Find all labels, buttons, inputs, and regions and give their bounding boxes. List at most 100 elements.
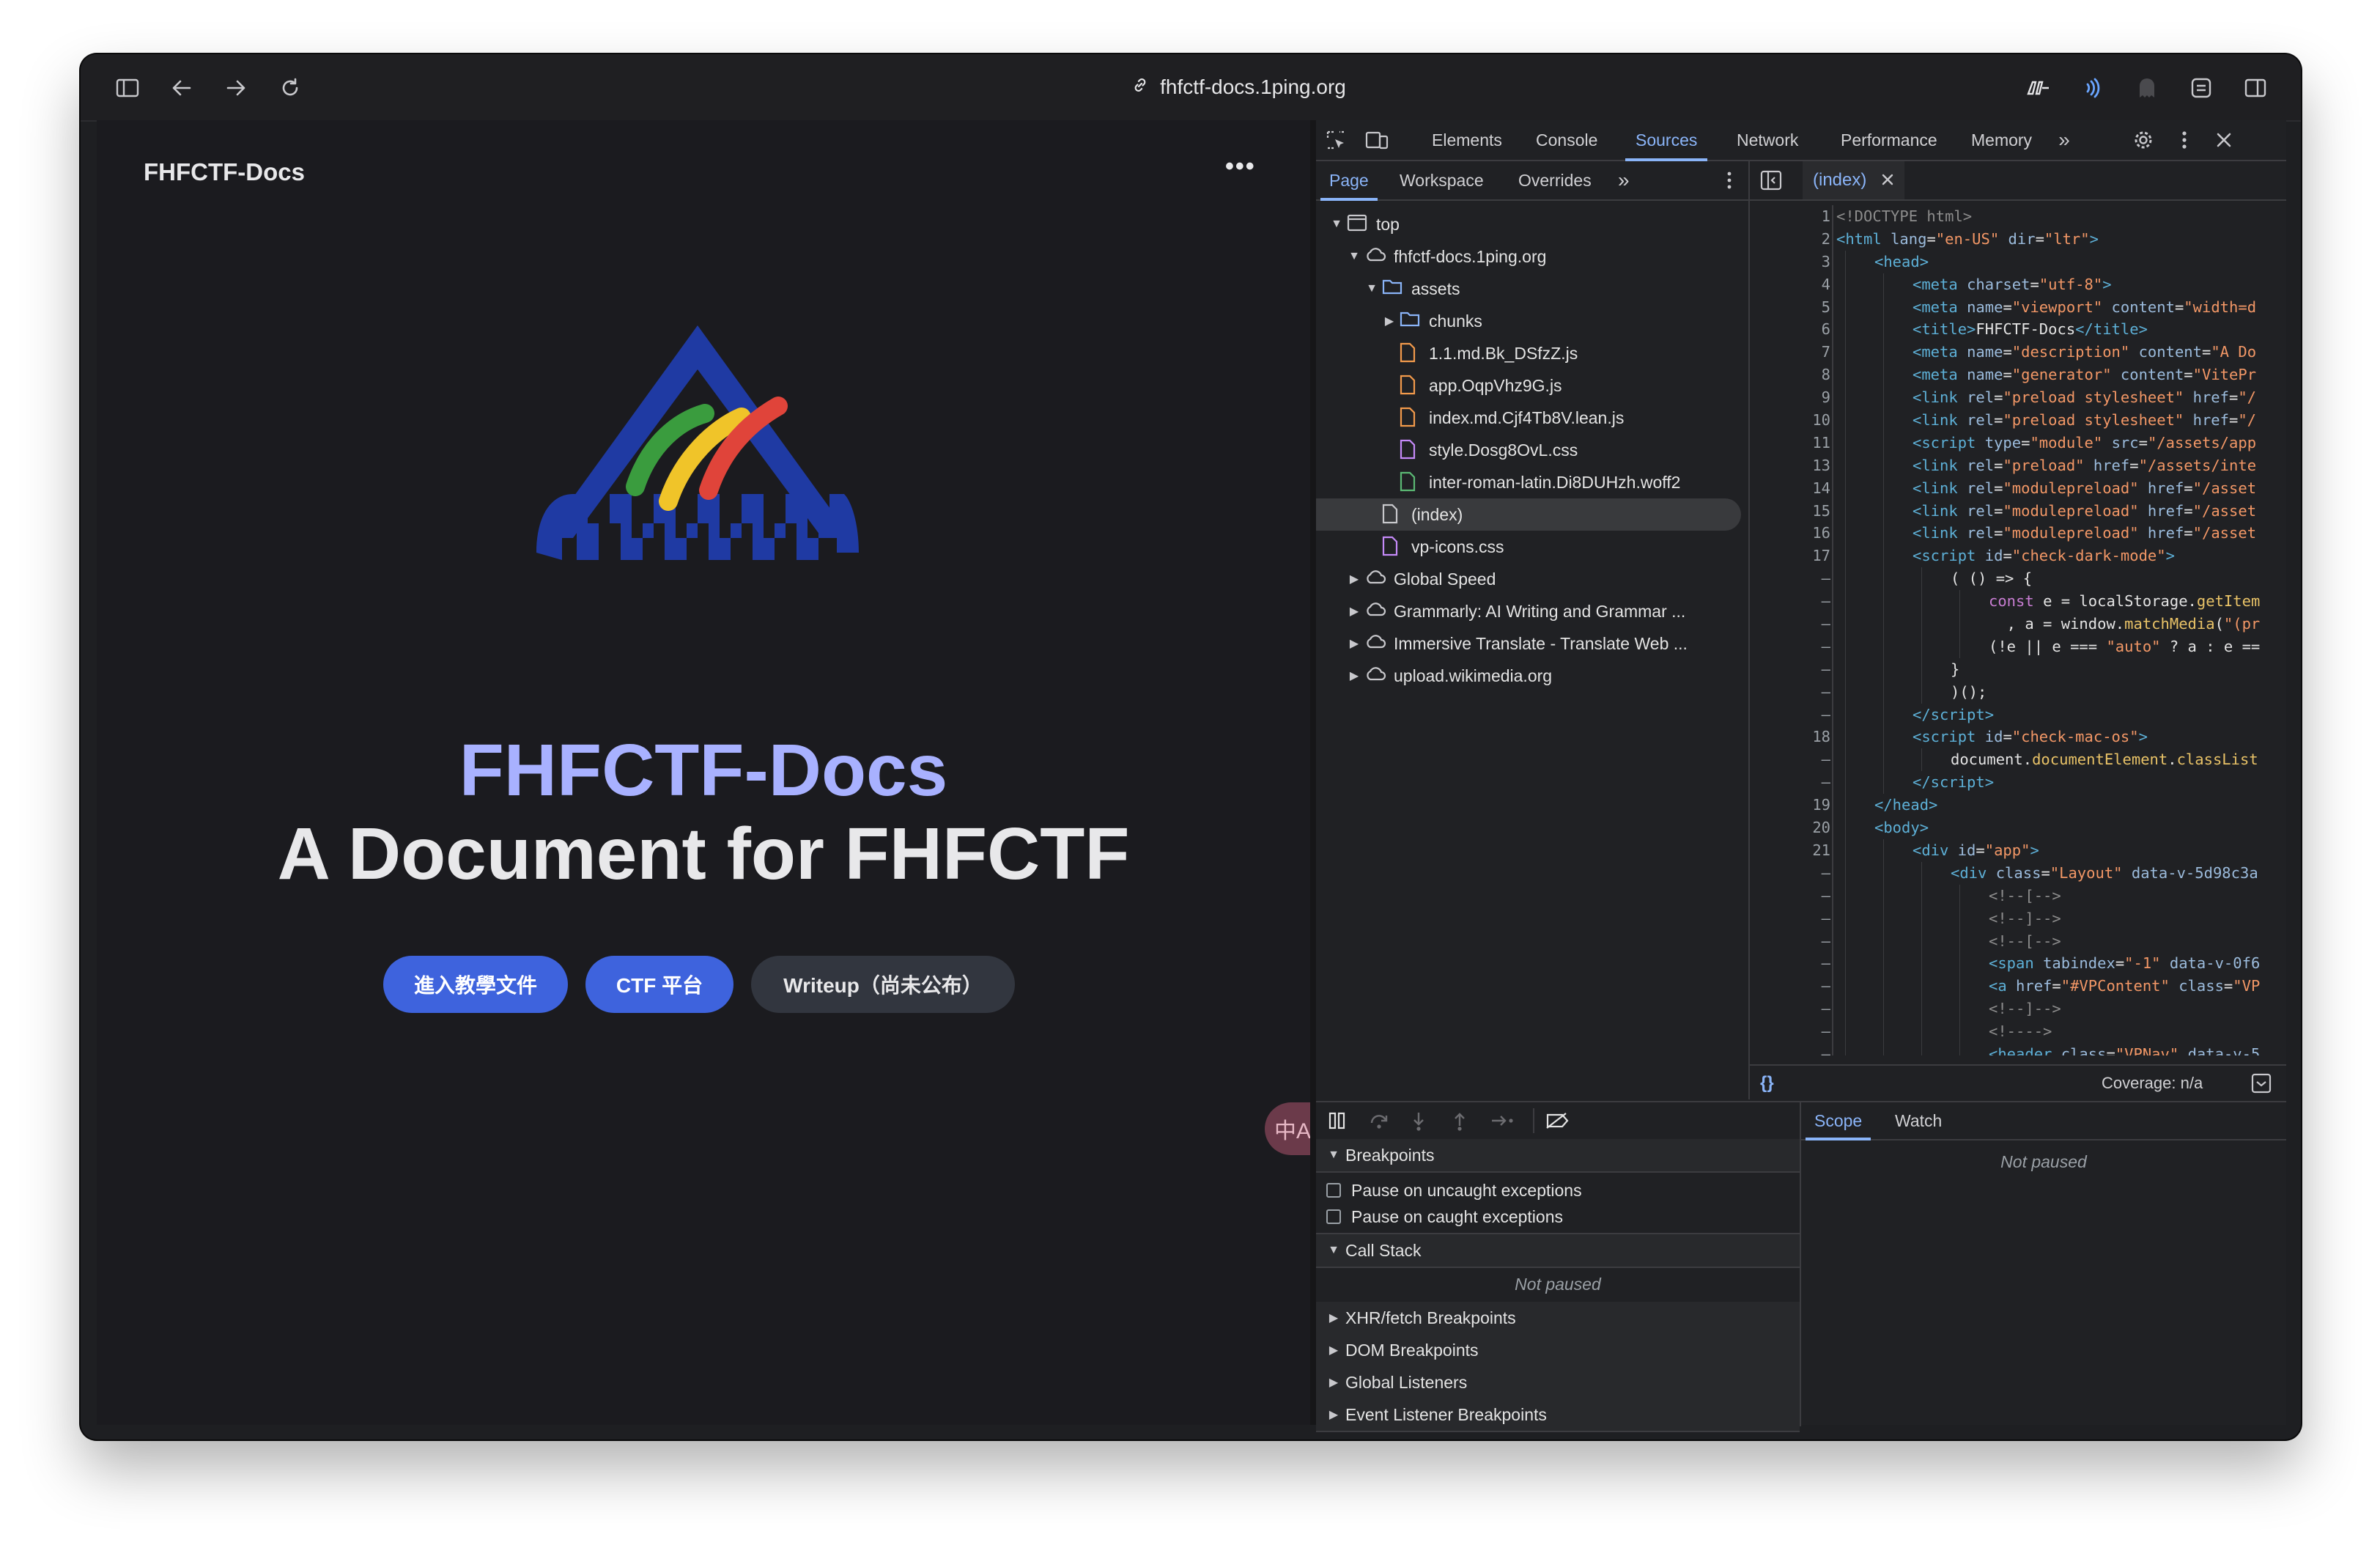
code-line[interactable]: 1 <!DOCTYPE html>: [1750, 205, 2286, 228]
close-icon[interactable]: [2211, 128, 2236, 152]
xhr-breakpoints-header[interactable]: ▶ XHR/fetch Breakpoints: [1316, 1302, 1800, 1335]
event-listener-breakpoints-header[interactable]: ▶ Event Listener Breakpoints: [1316, 1398, 1800, 1432]
line-number[interactable]: –: [1750, 658, 1830, 681]
tab-sources[interactable]: Sources: [1625, 120, 1708, 161]
line-number[interactable]: 8: [1750, 364, 1830, 386]
line-number[interactable]: 18: [1750, 726, 1830, 748]
line-number[interactable]: –: [1750, 681, 1830, 704]
line-number[interactable]: –: [1750, 771, 1830, 794]
tab-overrides[interactable]: Overrides: [1518, 161, 1592, 199]
line-number[interactable]: 6: [1750, 318, 1830, 341]
chevron-down-icon[interactable]: ▼: [1347, 250, 1361, 263]
more-tabs-icon[interactable]: »: [2052, 128, 2077, 152]
code-line[interactable]: 9 <link rel="preload stylesheet" href="/: [1750, 386, 2286, 410]
code-line[interactable]: –)();: [1750, 680, 2286, 704]
line-number[interactable]: –: [1750, 885, 1830, 907]
ai-icon[interactable]: [2022, 72, 2055, 104]
source-code[interactable]: 1 <!DOCTYPE html> 2 <html lang="en-US" dir=…: [1750, 205, 2286, 1055]
tree-item[interactable]: vp-icons.css: [1316, 531, 1748, 563]
tree-item[interactable]: index.md.Cjf4Tb8V.lean.js: [1316, 402, 1748, 434]
pretty-print-icon[interactable]: {}: [1760, 1073, 1774, 1094]
line-number[interactable]: –: [1750, 613, 1830, 635]
speaker-icon[interactable]: [2077, 72, 2109, 104]
line-number[interactable]: 3: [1750, 251, 1830, 273]
chevron-right-icon[interactable]: ▶: [1347, 572, 1361, 586]
deactivate-breakpoints-icon[interactable]: [1545, 1111, 1570, 1135]
code-line[interactable]: – </script>: [1750, 771, 2286, 795]
split-view-icon[interactable]: [2239, 72, 2272, 104]
code-line[interactable]: – <header class="VPNav" data-v-5: [1750, 1042, 2286, 1055]
ghost-extension-icon[interactable]: [2131, 72, 2163, 104]
code-line[interactable]: –}: [1750, 657, 2286, 681]
code-line[interactable]: – <!--[-->: [1750, 929, 2286, 953]
step-icon[interactable]: [1490, 1111, 1515, 1135]
pause-icon[interactable]: [1328, 1111, 1347, 1135]
tree-item[interactable]: style.Dosg8OvL.css: [1316, 434, 1748, 466]
line-number[interactable]: –: [1750, 998, 1830, 1020]
code-line[interactable]: 4 <meta charset="utf-8">: [1750, 273, 2286, 296]
code-line[interactable]: 14 <link rel="modulepreload" href="/asset: [1750, 476, 2286, 500]
devtools-resize-handle[interactable]: [1310, 120, 1316, 1425]
line-number[interactable]: 10: [1750, 409, 1830, 432]
docs-button[interactable]: 進入教學文件: [383, 956, 568, 1013]
chevron-down-icon[interactable]: ▼: [1329, 218, 1344, 231]
tab-page[interactable]: Page: [1320, 161, 1378, 201]
line-number[interactable]: –: [1750, 862, 1830, 885]
code-line[interactable]: – <a href="#VPContent" class="VP: [1750, 975, 2286, 998]
tree-item[interactable]: ▼ assets: [1316, 273, 1748, 305]
code-line[interactable]: 2 <html lang="en-US" dir="ltr">: [1750, 228, 2286, 251]
ctf-platform-button[interactable]: CTF 平台: [585, 956, 733, 1013]
line-number[interactable]: –: [1750, 748, 1830, 771]
global-listeners-header[interactable]: ▶ Global Listeners: [1316, 1366, 1800, 1400]
line-number[interactable]: 9: [1750, 386, 1830, 409]
chevron-right-icon[interactable]: ▶: [1347, 604, 1361, 619]
code-line[interactable]: 20 <body>: [1750, 817, 2286, 840]
code-line[interactable]: 7 <meta name="description" content="A Do: [1750, 341, 2286, 364]
code-line[interactable]: – document.documentElement.classList: [1750, 748, 2286, 772]
kebab-menu-icon[interactable]: [2172, 128, 2197, 152]
pause-caught-checkbox[interactable]: [1326, 1209, 1341, 1224]
code-line[interactable]: – , a = window.matchMedia("(pr: [1750, 613, 2286, 636]
code-line[interactable]: 19 </head>: [1750, 794, 2286, 817]
line-number[interactable]: 14: [1750, 477, 1830, 500]
line-number[interactable]: 7: [1750, 341, 1830, 364]
inspect-element-icon[interactable]: [1323, 128, 1348, 152]
sidebar-toggle-icon[interactable]: [111, 72, 144, 104]
tab-performance[interactable]: Performance: [1841, 120, 1937, 160]
step-into-icon[interactable]: [1410, 1111, 1427, 1136]
code-line[interactable]: – <!---->: [1750, 1020, 2286, 1044]
chevron-down-icon[interactable]: ▼: [1364, 282, 1379, 295]
forward-icon[interactable]: [220, 72, 252, 104]
reload-icon[interactable]: [274, 72, 306, 104]
tree-item[interactable]: (index): [1316, 498, 1741, 531]
code-line[interactable]: 18 <script id="check-mac-os">: [1750, 726, 2286, 749]
line-number[interactable]: –: [1750, 1043, 1830, 1055]
line-number[interactable]: 4: [1750, 273, 1830, 296]
code-line[interactable]: – ( () => {: [1750, 567, 2286, 591]
line-number[interactable]: –: [1750, 590, 1830, 613]
line-number[interactable]: 11: [1750, 432, 1830, 454]
line-number[interactable]: –: [1750, 975, 1830, 998]
tree-item[interactable]: ▼ fhfctf-docs.1ping.org: [1316, 240, 1748, 273]
close-tab-icon[interactable]: [1881, 171, 1894, 191]
code-line[interactable]: 11 <script type="module" src="/assets/app: [1750, 431, 2286, 454]
line-number[interactable]: –: [1750, 635, 1830, 658]
tree-item[interactable]: ▶ Grammarly: AI Writing and Grammar ...: [1316, 595, 1748, 627]
tree-item[interactable]: 1.1.md.Bk_DSfzZ.js: [1316, 337, 1748, 369]
tree-item[interactable]: ▶ chunks: [1316, 305, 1748, 337]
extensions-icon[interactable]: [2185, 72, 2217, 104]
tree-item[interactable]: ▶ upload.wikimedia.org: [1316, 660, 1748, 692]
code-line[interactable]: – </script>: [1750, 703, 2286, 726]
code-line[interactable]: 3 <head>: [1750, 250, 2286, 273]
code-line[interactable]: 6 <title>FHFCTF-Docs</title>: [1750, 318, 2286, 342]
chevron-right-icon[interactable]: ▶: [1347, 668, 1361, 683]
tab-network[interactable]: Network: [1737, 120, 1798, 160]
breakpoints-header[interactable]: ▼ Breakpoints: [1316, 1139, 1800, 1173]
line-number[interactable]: 17: [1750, 545, 1830, 567]
navigator-menu-icon[interactable]: [1726, 161, 1732, 199]
line-number[interactable]: –: [1750, 952, 1830, 975]
tree-item[interactable]: ▼ top: [1316, 208, 1748, 240]
settings-gear-icon[interactable]: [2131, 128, 2156, 152]
tree-item[interactable]: ▶ Immersive Translate - Translate Web ...: [1316, 627, 1748, 660]
back-icon[interactable]: [166, 72, 198, 104]
